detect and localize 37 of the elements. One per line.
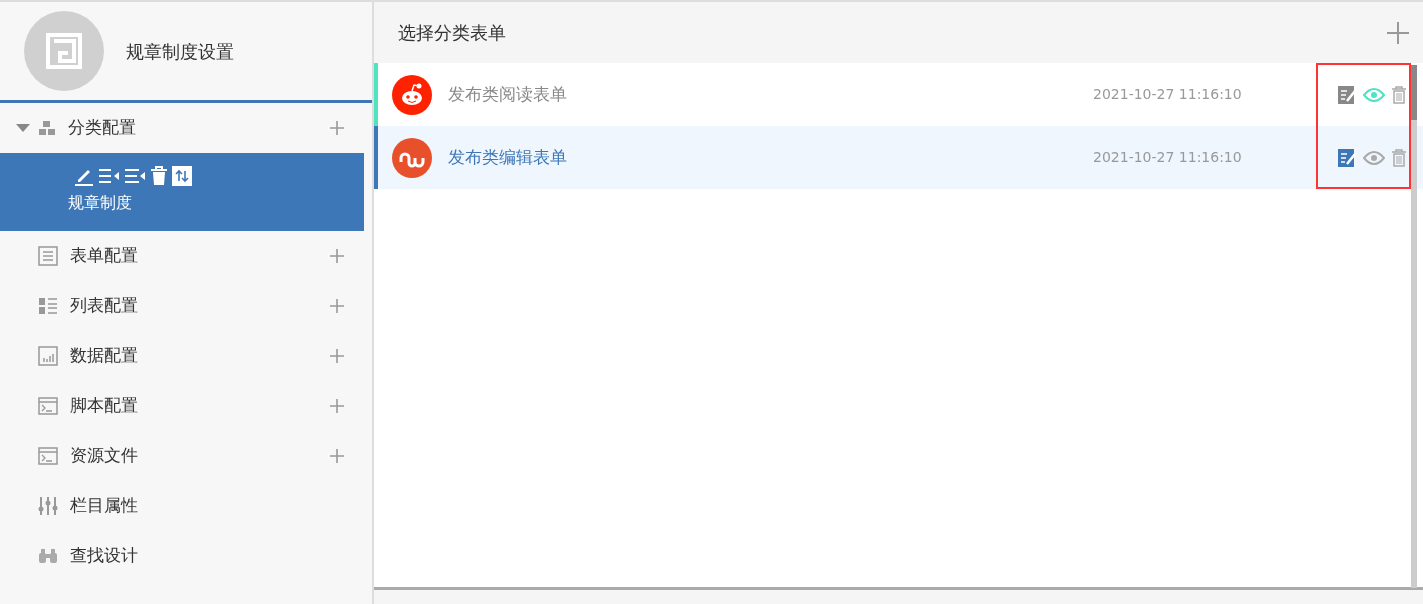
- binoculars-icon: [38, 548, 58, 564]
- sidebar-title: 规章制度设置: [126, 39, 234, 64]
- sidebar-item[interactable]: 分类配置: [68, 115, 326, 141]
- form-row[interactable]: 发布类编辑表单 2021-10-27 11:16:10: [374, 126, 1423, 189]
- form-name: 发布类阅读表单: [448, 82, 568, 106]
- edit-icon[interactable]: [1337, 147, 1357, 168]
- alien-logo-icon: [392, 74, 432, 115]
- sidebar-item[interactable]: 表单配置: [70, 243, 326, 269]
- caret-icon[interactable]: [16, 124, 30, 132]
- terminal-icon: [38, 397, 58, 415]
- eye-icon[interactable]: [1363, 87, 1385, 102]
- trash-icon[interactable]: [150, 166, 168, 186]
- sidebar-item[interactable]: 栏目属性: [70, 493, 348, 519]
- list-icon: [38, 297, 58, 315]
- sidebar-item[interactable]: 资源文件: [70, 443, 326, 469]
- sidebar-item[interactable]: 查找设计: [70, 543, 348, 569]
- edit-icon[interactable]: [1337, 84, 1357, 105]
- sidebar-item[interactable]: 数据配置: [70, 343, 326, 369]
- panel-title: 选择分类表单: [398, 21, 507, 45]
- timestamp: 2021-10-27 11:16:10: [1093, 148, 1243, 167]
- trash-icon[interactable]: [1391, 85, 1407, 104]
- blocks-icon: [38, 120, 56, 136]
- logo-icon: [392, 137, 432, 178]
- sliders-icon: [38, 496, 58, 516]
- indent-icon[interactable]: [98, 168, 120, 184]
- form-name: 发布类编辑表单: [448, 145, 568, 169]
- scrollbar[interactable]: [1411, 65, 1417, 588]
- terminal-icon: [38, 447, 58, 465]
- eye-icon[interactable]: [1363, 150, 1385, 165]
- sort-icon[interactable]: [172, 166, 192, 186]
- timestamp: 2021-10-27 11:16:10: [1093, 85, 1243, 104]
- sidebar-item[interactable]: 列表配置: [70, 293, 326, 319]
- form-icon: [38, 246, 58, 266]
- trash-icon[interactable]: [1391, 148, 1407, 167]
- chart-icon: [38, 346, 58, 366]
- outdent-icon[interactable]: [124, 168, 146, 184]
- sidebar-item[interactable]: 脚本配置: [70, 393, 326, 419]
